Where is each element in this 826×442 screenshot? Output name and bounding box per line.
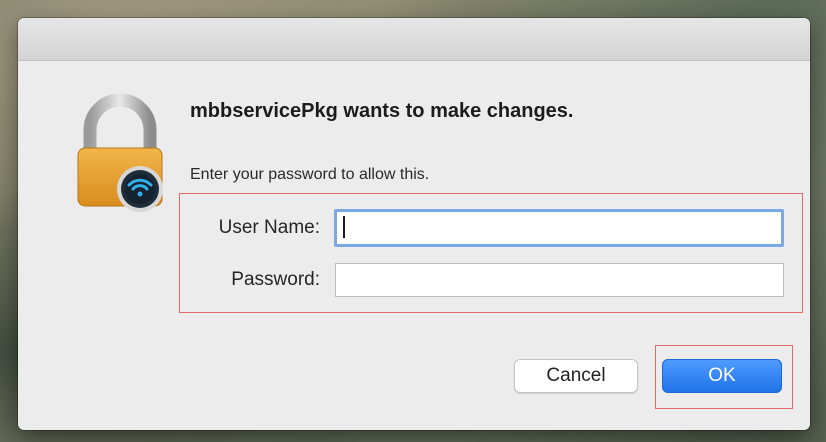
user-name-label: User Name: bbox=[218, 217, 320, 238]
password-field[interactable] bbox=[335, 263, 784, 297]
dialog-subtitle: Enter your password to allow this. bbox=[190, 166, 430, 183]
user-name-field[interactable] bbox=[334, 209, 784, 247]
dialog-title: mbbservicePkg wants to make changes. bbox=[190, 100, 574, 122]
password-label: Password: bbox=[231, 269, 320, 290]
cancel-button[interactable]: Cancel bbox=[514, 359, 638, 393]
dialog-titlebar bbox=[18, 18, 810, 61]
auth-dialog: mbbservicePkg wants to make changes. Ent… bbox=[18, 18, 810, 430]
lock-icon bbox=[70, 93, 170, 224]
ok-button[interactable]: OK bbox=[662, 359, 782, 393]
text-cursor bbox=[343, 216, 345, 238]
